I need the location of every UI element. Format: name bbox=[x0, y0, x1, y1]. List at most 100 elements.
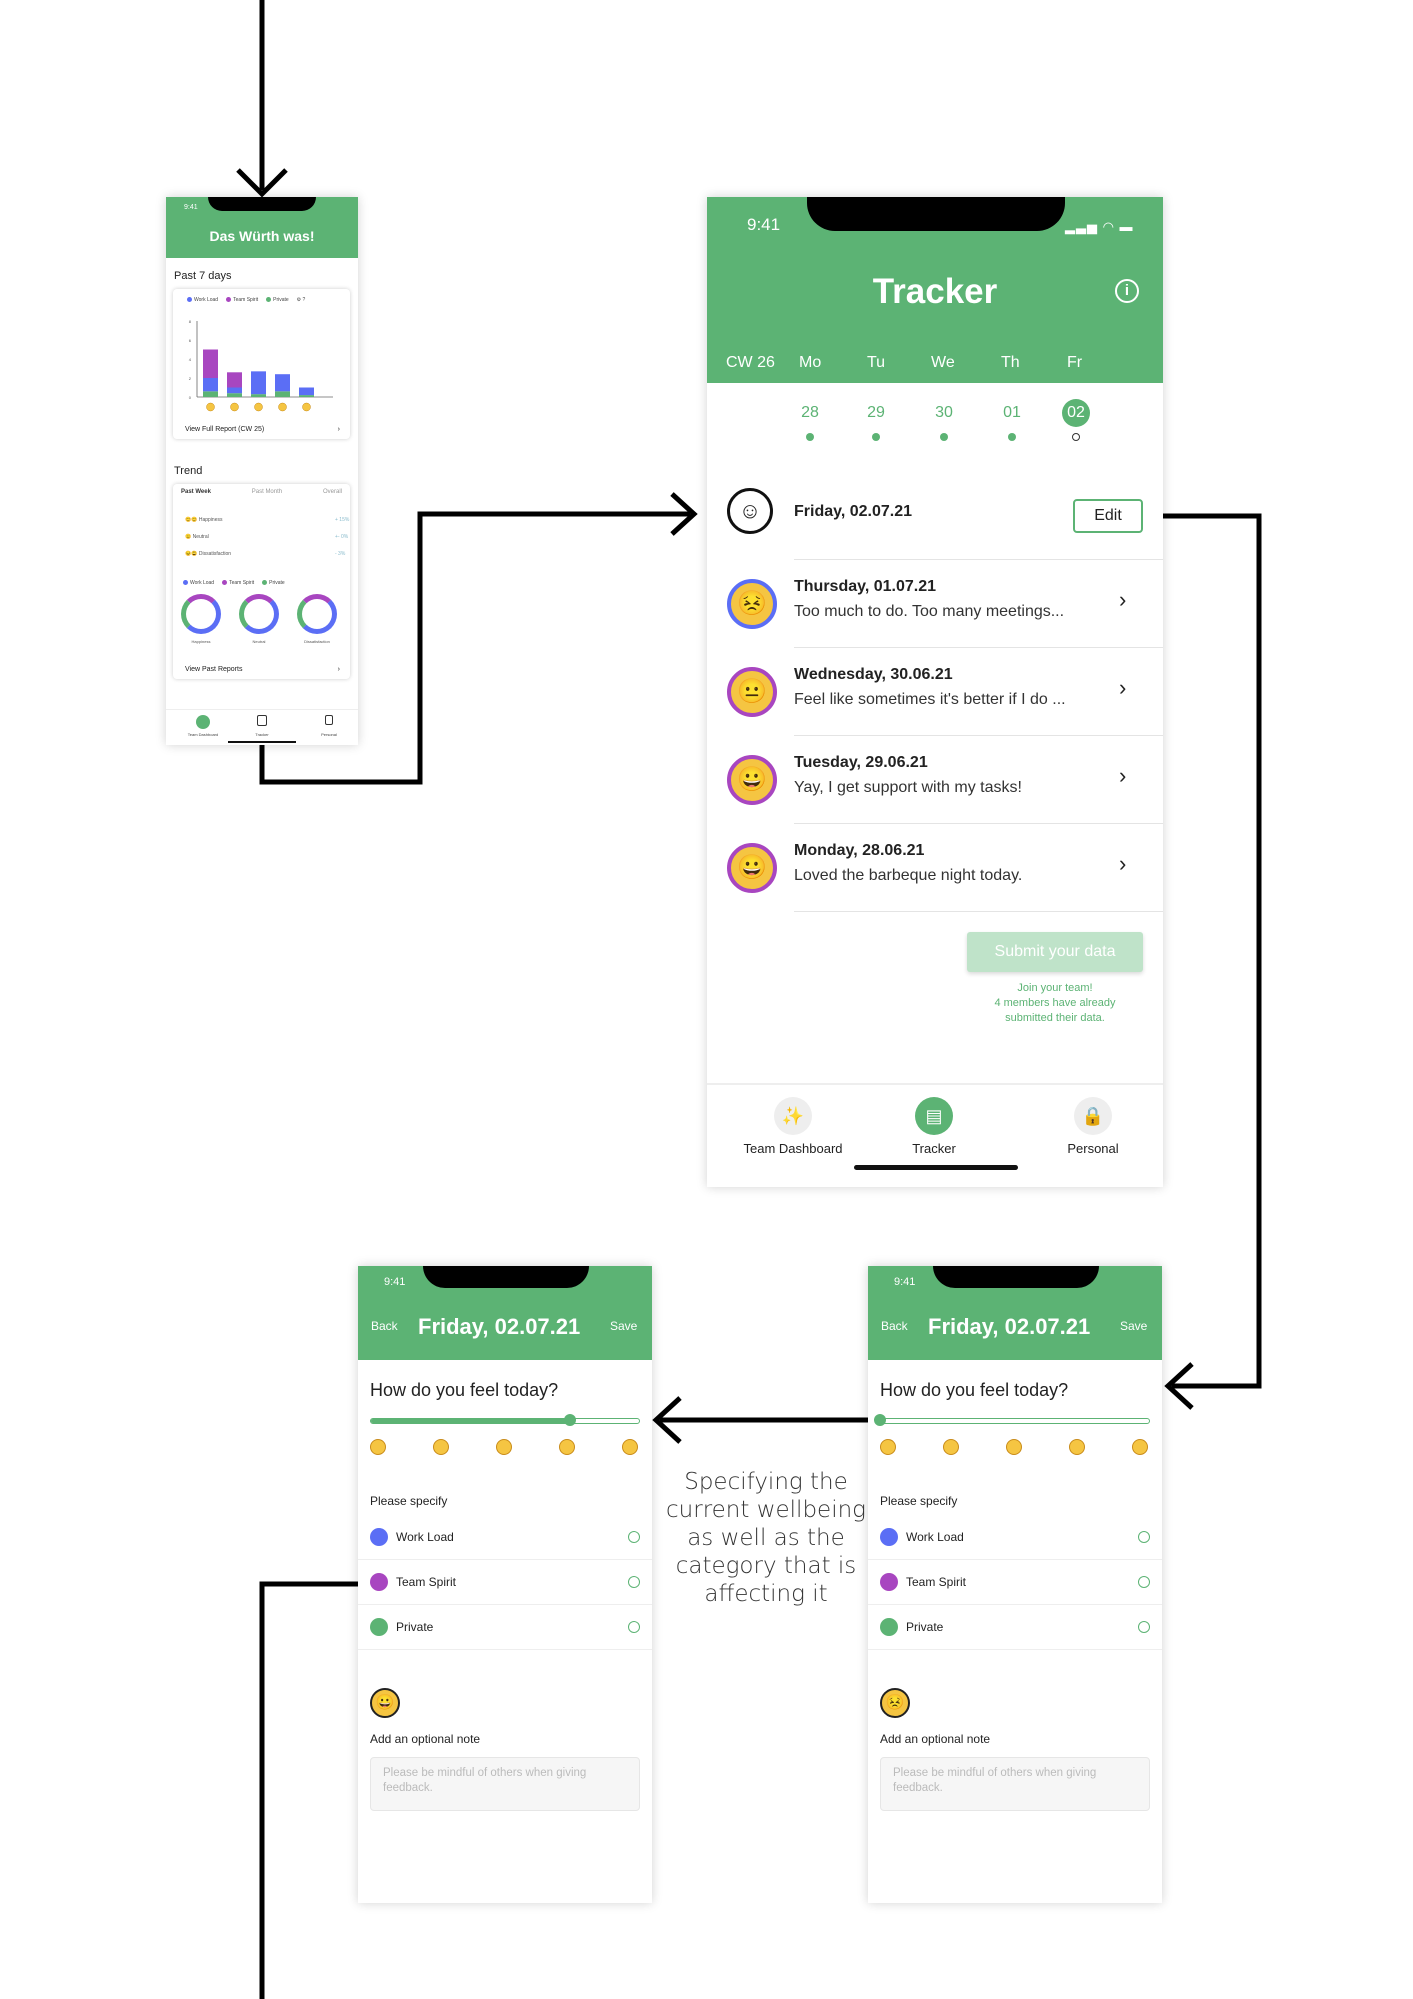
status-time: 9:41 bbox=[894, 1276, 916, 1288]
stressed-face-icon: 😣 bbox=[727, 579, 777, 629]
entry-row[interactable]: 😀 Tuesday, 29.06.21 Yay, I get support w… bbox=[707, 736, 1163, 824]
notch bbox=[807, 197, 1065, 231]
donut-label: Neutral bbox=[252, 639, 266, 644]
chevron-right-icon: › bbox=[1119, 851, 1127, 876]
nav-team-dashboard[interactable]: Team Dashboard bbox=[178, 732, 228, 737]
info-icon[interactable]: i bbox=[1115, 279, 1139, 303]
bottom-nav: ✨ ▤ 🔒 Team Dashboard Tracker Personal bbox=[707, 1083, 1163, 1187]
tab-overall[interactable]: Overall bbox=[323, 489, 342, 495]
entry-dot bbox=[872, 433, 880, 441]
home-indicator bbox=[228, 741, 296, 743]
notch bbox=[933, 1266, 1099, 1288]
category-label: Team Spirit bbox=[396, 1575, 457, 1589]
radio-button[interactable] bbox=[628, 1621, 640, 1633]
entry-row[interactable]: 😐 Wednesday, 30.06.21 Feel like sometime… bbox=[707, 648, 1163, 736]
status-time: 9:41 bbox=[747, 215, 781, 234]
lock-icon[interactable]: 🔒 bbox=[1074, 1097, 1112, 1135]
save-button[interactable]: Save bbox=[610, 1319, 637, 1333]
grinning-face-icon: 😀 bbox=[727, 843, 777, 893]
tracker-header: 9:41 ▂▃▅ ◠ ▬ Tracker i CW 26 Mo Tu We Th… bbox=[707, 197, 1163, 383]
category-work-load[interactable]: Work Load bbox=[358, 1515, 652, 1560]
notch bbox=[208, 197, 316, 211]
mood-slider[interactable] bbox=[370, 1418, 640, 1424]
chevron-right-icon: › bbox=[1119, 763, 1127, 788]
neutral-face-icon bbox=[496, 1439, 512, 1455]
category-label: Private bbox=[396, 1620, 434, 1634]
back-button[interactable]: Back bbox=[881, 1319, 908, 1333]
submit-data-button[interactable]: Submit your data bbox=[967, 932, 1143, 972]
past-days-title: Past 7 days bbox=[174, 270, 232, 282]
view-past-reports-link[interactable]: View Past Reports › bbox=[185, 666, 340, 673]
tab-past-month[interactable]: Past Month bbox=[252, 489, 282, 495]
slider-thumb[interactable] bbox=[874, 1414, 886, 1426]
entry-row[interactable]: 😀 Monday, 28.06.21 Loved the barbeque ni… bbox=[707, 824, 1163, 912]
dashboard-header: 9:41 Das Würth was! bbox=[166, 197, 358, 258]
date-30[interactable]: 30 bbox=[924, 404, 964, 422]
nav-personal[interactable]: Personal bbox=[304, 732, 354, 737]
tracker-title: Tracker bbox=[872, 272, 998, 311]
lock-icon[interactable] bbox=[325, 715, 333, 725]
back-button[interactable]: Back bbox=[371, 1319, 398, 1333]
tracker-icon[interactable] bbox=[257, 715, 267, 726]
radio-button[interactable] bbox=[1138, 1621, 1150, 1633]
relieved-face-icon bbox=[622, 1439, 638, 1455]
entry-day: Tuesday, 29.06.21 bbox=[794, 754, 928, 771]
team-dashboard-icon[interactable]: ✨ bbox=[774, 1097, 812, 1135]
legend-work-load: Work Load bbox=[183, 580, 214, 586]
radio-button[interactable] bbox=[628, 1531, 640, 1543]
weekday-tu: Tu bbox=[867, 354, 886, 371]
nav-team-dashboard[interactable]: Team Dashboard bbox=[723, 1141, 863, 1156]
x-tick-emoji-icon bbox=[206, 402, 215, 412]
specify-label: Please specify bbox=[370, 1494, 448, 1508]
private-dot bbox=[370, 1618, 388, 1636]
date-28[interactable]: 28 bbox=[790, 404, 830, 422]
status-icons: ▂▃▅ ◠ ▬ bbox=[1065, 219, 1134, 234]
donut-label: Happiness bbox=[191, 639, 211, 644]
date-01[interactable]: 01 bbox=[992, 404, 1032, 422]
bar-work-load bbox=[227, 387, 242, 394]
category-team-spirit[interactable]: Team Spirit bbox=[868, 1560, 1162, 1605]
date-02-selected[interactable]: 02 bbox=[1062, 399, 1090, 427]
entry-note: Loved the barbeque night today. bbox=[794, 867, 1023, 884]
radio-button[interactable] bbox=[628, 1576, 640, 1588]
note-textarea[interactable]: Please be mindful of others when giving … bbox=[880, 1757, 1150, 1811]
status-time: 9:41 bbox=[184, 204, 198, 211]
radio-button[interactable] bbox=[1138, 1531, 1150, 1543]
mood-slider[interactable] bbox=[880, 1418, 1150, 1424]
save-button[interactable]: Save bbox=[1120, 1319, 1147, 1333]
nav-personal[interactable]: Personal bbox=[1023, 1141, 1163, 1156]
legend-extra: ⚙ ? bbox=[296, 297, 306, 303]
slider-thumb[interactable] bbox=[563, 1414, 576, 1426]
category-team-spirit[interactable]: Team Spirit bbox=[358, 1560, 652, 1605]
dashboard-phone: 9:41 Das Würth was! Past 7 days Work Loa… bbox=[166, 197, 358, 745]
date-29[interactable]: 29 bbox=[856, 404, 896, 422]
donut-happiness bbox=[181, 594, 221, 634]
tab-past-week[interactable]: Past Week bbox=[181, 489, 211, 495]
nav-tracker[interactable]: Tracker bbox=[237, 732, 287, 737]
team-spirit-dot bbox=[880, 1573, 898, 1591]
angry-face-icon bbox=[370, 1439, 386, 1455]
note-textarea[interactable]: Please be mindful of others when giving … bbox=[370, 1757, 640, 1811]
entry-dot bbox=[806, 433, 814, 441]
nav-tracker[interactable]: Tracker bbox=[864, 1141, 1004, 1156]
weekday-th: Th bbox=[1001, 354, 1020, 371]
tracker-icon[interactable]: ▤ bbox=[915, 1097, 953, 1135]
category-private[interactable]: Private bbox=[358, 1605, 652, 1650]
bar-team-spirit bbox=[227, 372, 242, 388]
category-private[interactable]: Private bbox=[868, 1605, 1162, 1650]
y-tick-label: 6 bbox=[189, 338, 192, 343]
view-full-report-link[interactable]: View Full Report (CW 25) › bbox=[185, 426, 340, 433]
edit-button[interactable]: Edit bbox=[1073, 499, 1143, 533]
category-work-load[interactable]: Work Load bbox=[868, 1515, 1162, 1560]
bar-private bbox=[251, 394, 266, 397]
y-tick-label: 4 bbox=[189, 357, 192, 362]
bar-work-load bbox=[275, 374, 290, 392]
weekday-we: We bbox=[931, 354, 955, 371]
neutral-face-icon bbox=[1006, 1439, 1022, 1455]
bar-team-spirit bbox=[203, 349, 218, 378]
dashboard-title: Das Würth was! bbox=[209, 228, 315, 244]
caption-line: category that is bbox=[675, 1553, 857, 1579]
entry-row[interactable]: 😣 Thursday, 01.07.21 Too much to do. Too… bbox=[707, 560, 1163, 648]
team-dashboard-icon[interactable] bbox=[196, 715, 210, 729]
radio-button[interactable] bbox=[1138, 1576, 1150, 1588]
